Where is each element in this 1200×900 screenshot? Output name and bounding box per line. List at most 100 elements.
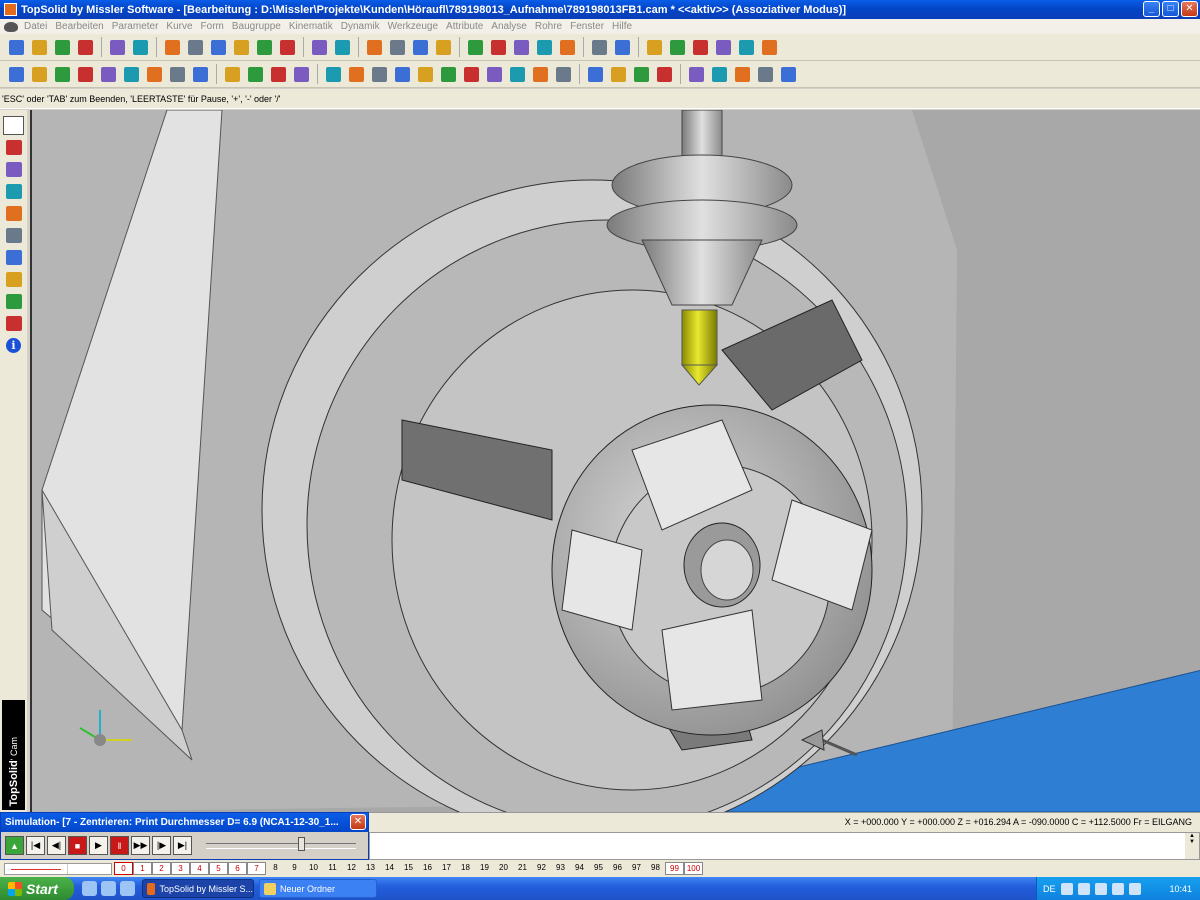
layer-9[interactable]: 9 [285, 862, 304, 875]
zoom-icon[interactable] [465, 37, 486, 58]
shading-icon[interactable] [732, 64, 753, 85]
layer-94[interactable]: 94 [570, 862, 589, 875]
line-style-selector[interactable] [4, 862, 112, 875]
tool-icon[interactable] [231, 37, 252, 58]
step-back-icon[interactable]: ◀| [47, 836, 66, 855]
cylinder-icon[interactable] [553, 64, 574, 85]
menu-bearbeiten[interactable]: Bearbeiten [55, 21, 103, 32]
circle-icon[interactable] [144, 64, 165, 85]
layer-3[interactable]: 3 [171, 862, 190, 875]
offset-icon[interactable] [415, 64, 436, 85]
curve-icon[interactable] [484, 64, 505, 85]
gear-icon[interactable] [507, 64, 528, 85]
layer-8[interactable]: 8 [266, 862, 285, 875]
menu-logo-icon[interactable] [4, 21, 18, 32]
menu-fenster[interactable]: Fenster [570, 21, 604, 32]
task-neuer-ordner[interactable]: Neuer Ordner [259, 879, 377, 898]
layer-96[interactable]: 96 [608, 862, 627, 875]
menu-form[interactable]: Form [201, 21, 224, 32]
edit-curve-icon[interactable] [332, 37, 353, 58]
levels-icon[interactable] [208, 37, 229, 58]
ie-icon[interactable] [82, 881, 97, 896]
profile-icon[interactable] [392, 64, 413, 85]
pencil-icon[interactable] [6, 64, 27, 85]
mirror-icon[interactable] [608, 64, 629, 85]
point-icon[interactable] [29, 64, 50, 85]
start-button[interactable]: Start [0, 877, 74, 900]
arc-icon[interactable] [323, 64, 344, 85]
explode-icon[interactable] [736, 37, 757, 58]
3d-viewport[interactable] [30, 110, 1200, 812]
sphere-icon[interactable] [530, 64, 551, 85]
milling-icon[interactable] [3, 204, 24, 223]
layer-2[interactable]: 2 [152, 862, 171, 875]
layer-5[interactable]: 5 [209, 862, 228, 875]
play-icon[interactable]: ▶ [89, 836, 108, 855]
layer-20[interactable]: 20 [494, 862, 513, 875]
simulation-speed-slider[interactable] [206, 836, 356, 851]
pattern-icon[interactable] [612, 37, 633, 58]
document-icon[interactable] [3, 270, 24, 289]
cam-icon[interactable] [3, 160, 24, 179]
layer-92[interactable]: 92 [532, 862, 551, 875]
layer-7[interactable]: 7 [247, 862, 266, 875]
fit-icon[interactable] [488, 37, 509, 58]
solid-icon[interactable] [3, 138, 24, 157]
info-button[interactable]: i [3, 336, 24, 355]
vnc-icon[interactable] [1128, 882, 1141, 895]
language-indicator[interactable]: DE [1043, 884, 1056, 894]
layer-12[interactable]: 12 [342, 862, 361, 875]
menu-datei[interactable]: Datei [24, 21, 47, 32]
layer-21[interactable]: 21 [513, 862, 532, 875]
delete-icon[interactable] [107, 37, 128, 58]
layer-17[interactable]: 17 [437, 862, 456, 875]
face-icon[interactable] [709, 64, 730, 85]
circle-point-icon[interactable] [75, 64, 96, 85]
network-icon[interactable] [1060, 882, 1073, 895]
volume-icon[interactable] [1094, 882, 1107, 895]
wave-icon[interactable] [433, 37, 454, 58]
machine-icon[interactable] [3, 292, 24, 311]
step-forward-icon[interactable]: |▶ [152, 836, 171, 855]
save-icon[interactable] [52, 37, 73, 58]
rewind-start-icon[interactable]: |◀ [26, 836, 45, 855]
shape-icon[interactable] [291, 64, 312, 85]
undo-icon[interactable] [130, 37, 151, 58]
globe-icon[interactable] [3, 182, 24, 201]
layer-13[interactable]: 13 [361, 862, 380, 875]
layer-100[interactable]: 100 [684, 862, 703, 875]
polyline-icon[interactable] [121, 64, 142, 85]
slot-icon[interactable] [268, 64, 289, 85]
box-icon[interactable] [369, 64, 390, 85]
cut-icon[interactable] [309, 37, 330, 58]
layer-18[interactable]: 18 [456, 862, 475, 875]
scale-icon[interactable] [631, 64, 652, 85]
reset-icon[interactable] [277, 37, 298, 58]
security-icon[interactable] [1111, 882, 1124, 895]
media-icon[interactable] [101, 881, 116, 896]
menu-baugruppe[interactable]: Baugruppe [232, 21, 281, 32]
redraw-icon[interactable] [162, 37, 183, 58]
command-line[interactable]: ▲ ▼ [369, 832, 1200, 860]
task-topsolid[interactable]: TopSolid by Missler S... [142, 879, 254, 898]
polygon-icon[interactable] [190, 64, 211, 85]
desktop-icon[interactable] [120, 881, 135, 896]
cursor-icon[interactable] [759, 37, 780, 58]
trim-icon[interactable] [364, 37, 385, 58]
chain-icon[interactable] [461, 64, 482, 85]
layer-4[interactable]: 4 [190, 862, 209, 875]
ellipse-icon[interactable] [167, 64, 188, 85]
layer-98[interactable]: 98 [646, 862, 665, 875]
library-icon[interactable] [667, 37, 688, 58]
clock[interactable]: 10:41 [1169, 884, 1192, 894]
layer-15[interactable]: 15 [399, 862, 418, 875]
new-file-icon[interactable] [6, 37, 27, 58]
ruler-icon[interactable] [778, 64, 799, 85]
kinematic-icon[interactable] [3, 314, 24, 333]
skip-end-icon[interactable]: ▶| [173, 836, 192, 855]
layer-93[interactable]: 93 [551, 862, 570, 875]
parallel-icon[interactable] [222, 64, 243, 85]
menu-rohre[interactable]: Rohre [535, 21, 562, 32]
cancel-icon[interactable] [654, 64, 675, 85]
segment-icon[interactable] [52, 64, 73, 85]
